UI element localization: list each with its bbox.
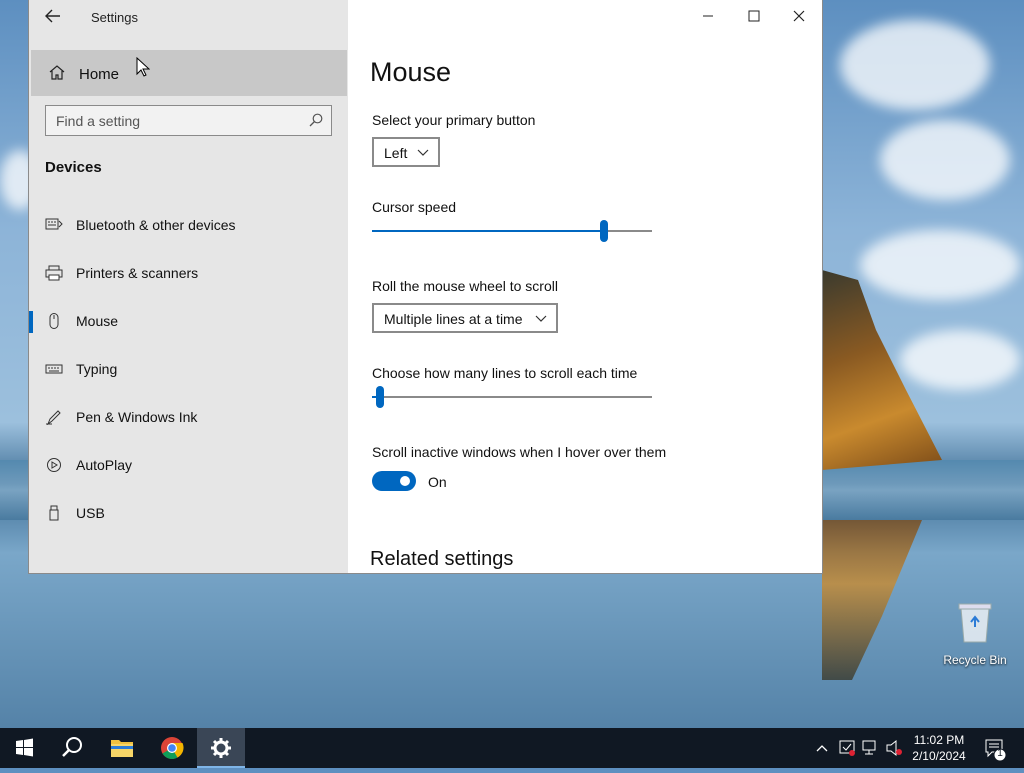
pen-icon xyxy=(46,410,61,425)
clock[interactable]: 11:02 PM 2/10/2024 xyxy=(900,732,978,764)
wheel-scroll-label: Roll the mouse wheel to scroll xyxy=(372,278,558,294)
clock-date: 2/10/2024 xyxy=(912,749,966,763)
network-tray-icon-button[interactable] xyxy=(860,728,882,768)
home-icon xyxy=(49,65,65,80)
maximize-icon xyxy=(748,10,760,22)
maximize-button[interactable] xyxy=(731,0,777,34)
lines-scroll-slider[interactable] xyxy=(372,386,652,408)
cursor-speed-slider[interactable] xyxy=(372,220,652,242)
autoplay-icon xyxy=(47,458,61,472)
minimize-button[interactable] xyxy=(685,0,731,34)
toggle-knob xyxy=(400,476,410,486)
file-explorer-button[interactable] xyxy=(98,728,146,768)
settings-taskbar-button[interactable] xyxy=(197,728,245,768)
recycle-bin-icon xyxy=(958,603,992,643)
page-title: Mouse xyxy=(370,57,452,87)
search-placeholder: Find a setting xyxy=(56,113,141,129)
settings-sidebar: Settings Home Find a setting Devices Blu… xyxy=(29,0,348,573)
mouse-icon xyxy=(49,313,59,329)
usb-icon xyxy=(49,505,59,521)
mouse-pointer-icon xyxy=(136,57,150,77)
sidebar-item-mouse[interactable]: Mouse xyxy=(29,301,348,341)
sidebar-item-bluetooth[interactable]: Bluetooth & other devices xyxy=(29,205,348,245)
inactive-scroll-toggle[interactable] xyxy=(372,471,416,491)
search-icon xyxy=(62,737,82,757)
security-shield-icon xyxy=(839,740,855,756)
home-nav-item[interactable]: Home xyxy=(31,50,347,96)
slider-thumb[interactable] xyxy=(376,386,385,408)
related-settings-heading: Related settings xyxy=(370,548,514,570)
slider-track xyxy=(372,396,652,398)
slider-fill xyxy=(372,230,605,232)
window-title: Settings xyxy=(91,10,138,25)
back-arrow-icon xyxy=(45,9,60,23)
taskbar: 11:02 PM 2/10/2024 1 xyxy=(0,728,1024,768)
lines-scroll-label: Choose how many lines to scroll each tim… xyxy=(372,365,638,381)
action-center-button[interactable]: 1 xyxy=(982,728,1012,768)
settings-content: Mouse Select your primary button Left Cu… xyxy=(348,0,822,573)
sidebar-item-usb[interactable]: USB xyxy=(29,493,348,533)
chevron-down-icon xyxy=(535,315,547,322)
chrome-icon xyxy=(161,737,184,759)
minimize-icon xyxy=(703,15,713,17)
sidebar-item-label: AutoPlay xyxy=(76,457,133,473)
sidebar-item-autoplay[interactable]: AutoPlay xyxy=(29,445,348,485)
cursor-speed-label: Cursor speed xyxy=(372,199,457,215)
close-icon xyxy=(793,10,805,22)
wheel-scroll-dropdown[interactable]: Multiple lines at a time xyxy=(372,303,558,333)
slider-thumb[interactable] xyxy=(600,220,609,242)
windows-start-icon xyxy=(16,738,33,757)
search-icon xyxy=(309,113,323,127)
network-icon xyxy=(862,740,876,755)
primary-button-value: Left xyxy=(384,145,408,161)
keyboard-icon xyxy=(45,364,63,374)
home-label: Home xyxy=(79,66,120,83)
settings-window: Settings Home Find a setting Devices Blu… xyxy=(29,0,822,573)
recycle-bin-desktop-icon[interactable]: Recycle Bin xyxy=(940,600,1010,667)
chevron-down-icon xyxy=(417,149,429,156)
file-explorer-icon xyxy=(111,740,133,757)
sidebar-item-pen[interactable]: Pen & Windows Ink xyxy=(29,397,348,437)
chrome-button[interactable] xyxy=(148,728,196,768)
inactive-scroll-label: Scroll inactive windows when I hover ove… xyxy=(372,444,667,460)
back-button[interactable] xyxy=(39,6,67,28)
start-button[interactable] xyxy=(0,728,48,768)
sidebar-item-label: USB xyxy=(76,505,105,521)
settings-icon xyxy=(211,738,231,758)
toggle-state-text: On xyxy=(428,474,447,490)
notification-count: 1 xyxy=(997,748,1003,759)
bluetooth-keyboard-icon xyxy=(45,218,63,230)
active-indicator xyxy=(29,311,33,333)
close-button[interactable] xyxy=(776,0,822,34)
tray-overflow-button[interactable] xyxy=(812,728,832,768)
section-title-devices: Devices xyxy=(45,159,102,176)
security-tray-icon-button[interactable] xyxy=(836,728,858,768)
wheel-scroll-value: Multiple lines at a time xyxy=(384,311,523,327)
primary-button-label: Select your primary button xyxy=(372,112,536,128)
clock-time: 11:02 PM xyxy=(913,733,965,747)
sidebar-item-label: Typing xyxy=(76,361,118,377)
chevron-up-icon xyxy=(816,745,828,752)
settings-search-input[interactable]: Find a setting xyxy=(45,105,332,136)
sidebar-item-label: Mouse xyxy=(76,313,119,329)
sidebar-item-label: Printers & scanners xyxy=(76,265,199,281)
recycle-bin-label: Recycle Bin xyxy=(943,653,1007,667)
sidebar-item-label: Bluetooth & other devices xyxy=(76,217,236,233)
sidebar-item-label: Pen & Windows Ink xyxy=(76,409,198,425)
sidebar-item-typing[interactable]: Typing xyxy=(29,349,348,389)
primary-button-dropdown[interactable]: Left xyxy=(372,137,440,167)
printer-icon xyxy=(45,265,63,281)
sidebar-item-printers[interactable]: Printers & scanners xyxy=(29,253,348,293)
taskbar-search-button[interactable] xyxy=(48,728,96,768)
